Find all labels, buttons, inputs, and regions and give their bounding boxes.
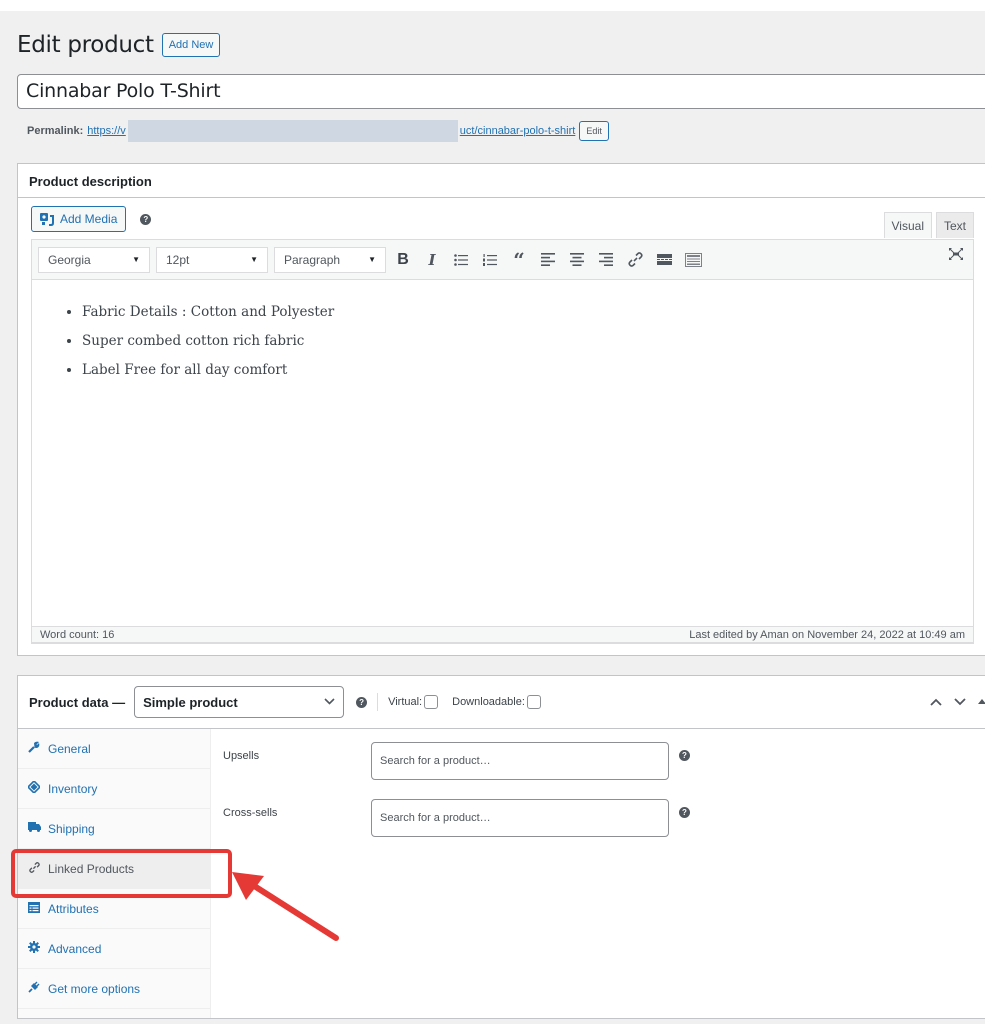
bullet-item: Label Free for all day comfort — [82, 356, 973, 385]
font-family-select[interactable]: Georgia ▼ — [38, 246, 150, 273]
format-value: Paragraph — [284, 252, 341, 267]
tab-get-more-options[interactable]: Get more options — [18, 969, 210, 1009]
tab-label: General — [48, 741, 91, 756]
box-controls — [930, 694, 985, 709]
plugin-icon — [28, 981, 40, 996]
tab-visual[interactable]: Visual — [883, 212, 932, 238]
permalink-edit-button[interactable]: Edit — [579, 121, 609, 141]
permalink-link-start[interactable]: https://v — [87, 125, 126, 137]
upsells-search-input[interactable]: Search for a product… — [371, 742, 669, 780]
downloadable-checkbox[interactable] — [526, 695, 541, 709]
gear-icon — [28, 941, 40, 956]
word-count: Word count: 16 — [40, 628, 115, 641]
help-icon[interactable]: ? — [679, 807, 690, 818]
last-edited: Last edited by Aman on November 24, 2022… — [689, 628, 965, 641]
virtual-option[interactable]: Virtual: — [388, 695, 439, 709]
toolbar-toggle-icon[interactable] — [682, 247, 704, 273]
page-title: Edit product — [17, 32, 154, 58]
align-left-icon[interactable] — [537, 247, 559, 273]
editor-content[interactable]: Fabric Details : Cotton and Polyester Su… — [32, 280, 973, 626]
top-strip — [0, 0, 985, 11]
numbered-list-icon[interactable] — [479, 247, 501, 273]
add-media-button[interactable]: Add Media — [31, 206, 127, 232]
font-size-select[interactable]: 12pt ▼ — [156, 246, 268, 273]
permalink-link-end[interactable]: uct/cinnabar-polo-t-shirt — [460, 125, 576, 137]
tab-advanced[interactable]: Advanced — [18, 929, 210, 969]
bulleted-list-icon[interactable] — [450, 247, 472, 273]
annotation-highlight-box — [11, 849, 232, 898]
downloadable-option[interactable]: Downloadable: — [452, 695, 541, 709]
chevron-down-icon — [324, 696, 335, 708]
product-type-value: Simple product — [143, 694, 238, 710]
bullet-item: Super combed cotton rich fabric — [82, 327, 973, 356]
permalink-row: Permalink: https://v uct/cinnabar-polo-t… — [27, 120, 609, 142]
move-down-icon[interactable] — [954, 694, 966, 709]
font-family-value: Georgia — [48, 252, 91, 267]
add-media-label: Add Media — [60, 212, 118, 226]
editor-statusbar: Word count: 16 Last edited by Aman on No… — [31, 626, 974, 643]
fullscreen-icon[interactable] — [949, 247, 963, 263]
format-select[interactable]: Paragraph ▼ — [274, 246, 386, 273]
permalink-label: Permalink: — [27, 125, 84, 137]
tab-text[interactable]: Text — [935, 212, 974, 238]
help-icon[interactable]: ? — [679, 750, 690, 761]
product-type-select[interactable]: Simple product — [134, 686, 345, 718]
tab-general[interactable]: General — [18, 729, 210, 769]
tab-shipping[interactable]: Shipping — [18, 809, 210, 849]
align-center-icon[interactable] — [566, 247, 588, 273]
editor: Georgia ▼ 12pt ▼ Paragraph ▼ B I “ • Fab… — [31, 239, 974, 644]
product-description-header: Product description — [18, 164, 985, 198]
tab-label: Inventory — [48, 781, 98, 796]
bold-icon[interactable]: B — [392, 247, 414, 273]
product-description-box: Product description Add Media ? Visual T… — [17, 163, 985, 656]
tab-label: Shipping — [48, 821, 95, 836]
truck-icon — [28, 822, 41, 835]
tab-inventory[interactable]: Inventory — [18, 769, 210, 809]
upsells-field: Upsells Search for a product… ? — [223, 742, 690, 780]
cross-sells-search-input[interactable]: Search for a product… — [371, 799, 669, 837]
virtual-checkbox[interactable] — [424, 695, 439, 709]
cross-sells-label: Cross-sells — [223, 807, 278, 819]
help-icon[interactable]: ? — [356, 696, 368, 708]
bullet-item: Fabric Details : Cotton and Polyester — [82, 298, 973, 327]
blockquote-icon[interactable]: “ — [508, 247, 530, 273]
downloadable-label: Downloadable: — [452, 696, 525, 708]
virtual-label: Virtual: — [388, 696, 423, 708]
caret-down-icon: ▼ — [368, 255, 376, 264]
redacted-region — [127, 120, 458, 142]
annotation-arrow-icon — [232, 872, 339, 941]
description-bullets: Fabric Details : Cotton and Polyester Su… — [66, 298, 973, 385]
help-icon[interactable]: ? — [140, 213, 152, 225]
collapse-icon[interactable] — [978, 694, 985, 709]
wrench-icon — [28, 741, 40, 756]
table-icon — [28, 901, 40, 916]
italic-icon[interactable]: I — [421, 247, 443, 273]
tag-icon — [26, 779, 42, 796]
upsells-label: Upsells — [223, 750, 260, 762]
caret-down-icon: ▼ — [132, 255, 140, 264]
page-heading: Edit product Add New — [17, 32, 221, 58]
cross-sells-field: Cross-sells Search for a product… ? — [223, 799, 690, 837]
tab-label: Advanced — [48, 941, 102, 956]
tab-label: Get more options — [48, 981, 141, 996]
media-icon — [40, 212, 54, 226]
editor-tabs: Visual Text — [883, 212, 974, 238]
editor-toolbar: Georgia ▼ 12pt ▼ Paragraph ▼ B I “ — [32, 240, 973, 280]
divider — [377, 693, 379, 711]
move-up-icon[interactable] — [930, 694, 942, 709]
font-size-value: 12pt — [166, 252, 190, 267]
read-more-icon[interactable] — [653, 247, 675, 273]
product-data-header: Product data — Simple product ? Virtual:… — [18, 676, 985, 729]
align-right-icon[interactable] — [595, 247, 617, 273]
product-data-box: Product data — Simple product ? Virtual:… — [17, 675, 985, 1019]
link-icon[interactable] — [624, 247, 646, 273]
add-new-button[interactable]: Add New — [161, 33, 221, 57]
tab-label: Attributes — [48, 901, 99, 916]
product-title-input[interactable]: Cinnabar Polo T-Shirt — [17, 74, 985, 109]
caret-down-icon: ▼ — [250, 255, 258, 264]
media-row: Add Media ? — [31, 206, 152, 232]
product-data-title: Product data — — [29, 694, 126, 710]
